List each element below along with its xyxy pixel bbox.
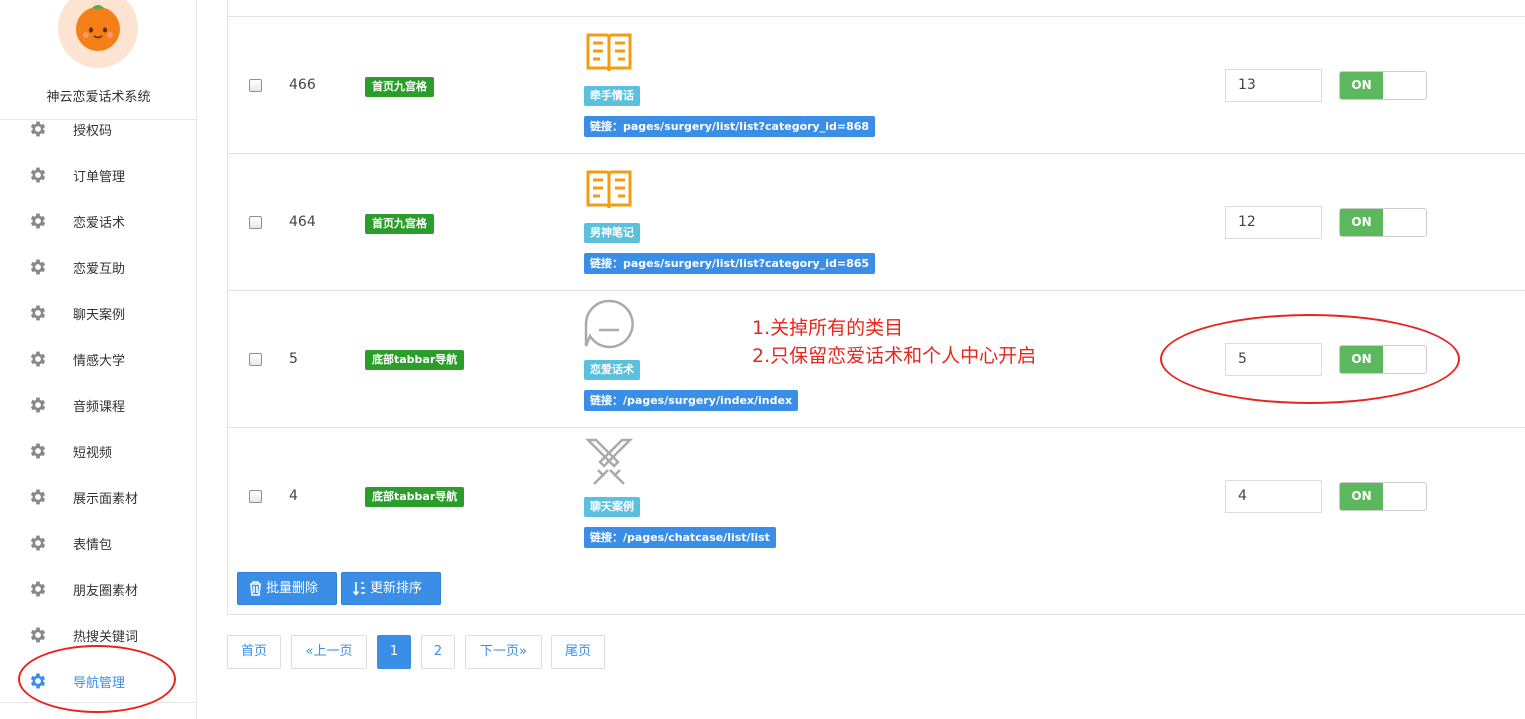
name-tag: 恋爱话术 (584, 360, 640, 380)
sidebar-item-label: 朋友圈素材 (73, 584, 139, 599)
sort-input[interactable]: 13 (1225, 69, 1322, 102)
trash-icon (250, 581, 261, 596)
sidebar-item-label: 恋爱话术 (73, 216, 126, 231)
status-toggle[interactable]: ON (1339, 208, 1427, 237)
sidebar-item-label: 短视频 (73, 446, 113, 461)
type-tag: 首页九宫格 (365, 77, 434, 97)
row-id: 5 (289, 351, 298, 367)
page-first[interactable]: 首页 (227, 635, 281, 669)
table-row: 466 首页九宫格 牵手情话 链接：pages/surgery/list/lis… (228, 16, 1525, 153)
gear-icon (30, 489, 46, 505)
type-tag: 底部tabbar导航 (365, 487, 465, 507)
nav-table-panel: 466 首页九宫格 牵手情话 链接：pages/surgery/list/lis… (227, 0, 1525, 615)
annotation-ellipse-nav (18, 645, 176, 713)
sidebar: 神云恋爱话术系统 授权码 订单管理 恋爱话术 恋爱互助 聊天案例 情感大学 音频… (0, 0, 197, 719)
status-toggle[interactable]: ON (1339, 71, 1427, 100)
gear-icon (30, 213, 46, 229)
sidebar-item-label: 聊天案例 (73, 308, 126, 323)
table-row: 4 底部tabbar导航 聊天案例 链接：/pages/chatcase/lis… (228, 427, 1525, 564)
table-row: 464 首页九宫格 男神笔记 链接：pages/surgery/list/lis… (228, 153, 1525, 290)
row-checkbox[interactable] (249, 79, 262, 92)
gear-icon (30, 535, 46, 551)
sidebar-item-emotion-university[interactable]: 情感大学 (0, 336, 197, 382)
sidebar-item-orders[interactable]: 订单管理 (0, 152, 197, 198)
brand-name: 神云恋爱话术系统 (46, 90, 151, 105)
orange-logo-icon (58, 0, 138, 68)
sidebar-item-audio-courses[interactable]: 音频课程 (0, 382, 197, 428)
type-tag: 底部tabbar导航 (365, 350, 465, 370)
name-tag: 男神笔记 (584, 223, 640, 243)
gear-icon (30, 443, 46, 459)
update-sort-label: 更新排序 (370, 581, 423, 596)
row-checkbox[interactable] (249, 216, 262, 229)
sort-icon (353, 582, 365, 596)
page-last[interactable]: 尾页 (551, 635, 605, 669)
annotation-ellipse-toggle (1160, 314, 1460, 404)
batch-delete-button[interactable]: 批量删除 (237, 572, 337, 605)
status-toggle[interactable]: ON (1339, 482, 1427, 511)
book-icon (586, 33, 632, 72)
annotation-line-2: 2.只保留恋爱话术和个人中心开启 (752, 345, 1037, 367)
update-sort-button[interactable]: 更新排序 (341, 572, 441, 605)
row-id: 466 (289, 77, 316, 93)
page-1[interactable]: 1 (377, 635, 411, 669)
gear-icon (30, 305, 46, 321)
row-id: 464 (289, 214, 316, 230)
page-2[interactable]: 2 (421, 635, 455, 669)
link-tag: 链接：/pages/surgery/index/index (584, 390, 799, 411)
sidebar-item-label: 恋爱互助 (73, 262, 126, 277)
gear-icon (30, 397, 46, 413)
toggle-on-label: ON (1340, 209, 1383, 236)
name-tag: 聊天案例 (584, 497, 640, 517)
row-checkbox[interactable] (249, 353, 262, 366)
sidebar-item-label: 展示面素材 (73, 492, 139, 507)
sidebar-item-love-scripts[interactable]: 恋爱话术 (0, 198, 197, 244)
row-id: 4 (289, 488, 298, 504)
annotation-line-1: 1.关掉所有的类目 (752, 317, 904, 339)
gear-icon (30, 627, 46, 643)
sidebar-item-label: 音频课程 (73, 400, 126, 415)
crossed-swords-icon (584, 438, 634, 485)
gear-icon (30, 351, 46, 367)
sidebar-item-stickers[interactable]: 表情包 (0, 520, 197, 566)
link-tag: 链接：pages/surgery/list/list?category_id=8… (584, 116, 876, 137)
sidebar-item-label: 订单管理 (73, 170, 126, 185)
sidebar-item-label: 情感大学 (73, 354, 126, 369)
sort-input[interactable]: 12 (1225, 206, 1322, 239)
toggle-on-label: ON (1340, 72, 1383, 99)
sidebar-item-moments-material[interactable]: 朋友圈素材 (0, 566, 197, 612)
sidebar-item-label: 授权码 (73, 124, 113, 139)
page-prev[interactable]: «上一页 (291, 635, 367, 669)
sidebar-menu: 授权码 订单管理 恋爱话术 恋爱互助 聊天案例 情感大学 音频课程 短视频 展示… (0, 106, 197, 704)
sidebar-item-love-help[interactable]: 恋爱互助 (0, 244, 197, 290)
page-next[interactable]: 下一页» (465, 635, 542, 669)
name-tag: 牵手情话 (584, 86, 640, 106)
gear-icon (30, 259, 46, 275)
sidebar-item-short-video[interactable]: 短视频 (0, 428, 197, 474)
link-tag: 链接：/pages/chatcase/list/list (584, 527, 776, 548)
sidebar-item-chat-cases[interactable]: 聊天案例 (0, 290, 197, 336)
sidebar-item-auth-code[interactable]: 授权码 (0, 106, 197, 152)
type-tag: 首页九宫格 (365, 214, 434, 234)
gear-icon (30, 121, 46, 137)
row-checkbox[interactable] (249, 490, 262, 503)
link-tag: 链接：pages/surgery/list/list?category_id=8… (584, 253, 876, 274)
batch-delete-label: 批量删除 (266, 581, 319, 596)
gear-icon (30, 167, 46, 183)
toggle-on-label: ON (1340, 483, 1383, 510)
gear-icon (30, 581, 46, 597)
sidebar-item-label: 热搜关键词 (73, 630, 139, 645)
logo-area: 神云恋爱话术系统 (0, 0, 197, 120)
sidebar-item-label: 表情包 (73, 538, 113, 553)
chat-bubble-icon (584, 299, 634, 349)
book-icon (586, 170, 632, 209)
sidebar-item-display-material[interactable]: 展示面素材 (0, 474, 197, 520)
sort-input[interactable]: 4 (1225, 480, 1322, 513)
